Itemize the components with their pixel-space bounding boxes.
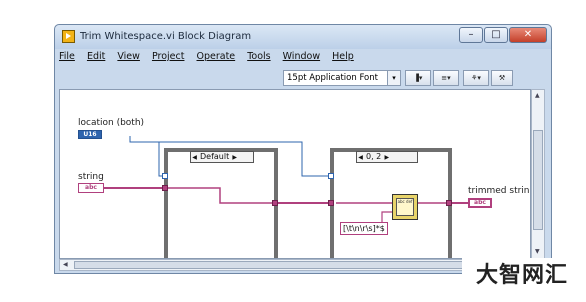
case-structure-2[interactable] xyxy=(330,148,452,258)
cleanup-diagram-button[interactable]: ⚒ xyxy=(491,70,513,86)
trimmed-string-indicator[interactable]: abc xyxy=(468,198,492,208)
block-diagram-canvas[interactable]: location (both) U16 string abc ◀ Default ▶… xyxy=(59,89,531,259)
distribute-objects-button[interactable]: ≡▾ xyxy=(433,70,459,86)
wires-layer xyxy=(104,136,468,229)
case2-selector-value: 0, 2 xyxy=(366,152,382,161)
font-select[interactable]: 15pt Application Font ▾ xyxy=(283,70,401,86)
case2-input-tunnel[interactable] xyxy=(328,200,334,206)
font-select-value: 15pt Application Font xyxy=(287,73,378,83)
reorder-button[interactable]: ⚘▾ xyxy=(463,70,489,86)
case1-output-tunnel[interactable] xyxy=(272,200,278,206)
location-terminal[interactable]: U16 xyxy=(78,130,102,139)
cleanup-icon: ⚒ xyxy=(498,74,506,82)
reorder-icon: ⚘▾ xyxy=(471,74,481,82)
case2-output-tunnel[interactable] xyxy=(446,200,452,206)
regex-constant[interactable]: [\t\n\r\s]*$ xyxy=(340,222,388,235)
match-pattern-function-icon[interactable]: abc def xyxy=(392,194,418,220)
menu-window[interactable]: Window xyxy=(283,51,320,62)
menu-help[interactable]: Help xyxy=(332,51,354,62)
string-terminal[interactable]: abc xyxy=(78,183,104,193)
case1-selector-value: Default xyxy=(200,152,230,161)
toolbar: 15pt Application Font ▾ ▐▾ ≡▾ ⚘▾ ⚒ xyxy=(59,67,548,89)
horizontal-scrollbar[interactable]: ◀ ▶ xyxy=(59,259,531,271)
decrement-icon: ◀ xyxy=(358,154,363,161)
minimize-button[interactable]: – xyxy=(459,27,483,43)
align-objects-button[interactable]: ▐▾ xyxy=(405,70,431,86)
window-title: Trim Whitespace.vi Block Diagram xyxy=(80,31,252,42)
watermark-logo: 大智网汇 xyxy=(462,258,582,294)
menu-edit[interactable]: Edit xyxy=(87,51,105,62)
menu-operate[interactable]: Operate xyxy=(197,51,236,62)
menu-view[interactable]: View xyxy=(117,51,140,62)
align-icon: ▐▾ xyxy=(413,74,423,82)
decrement-icon: ◀ xyxy=(192,154,197,161)
menu-project[interactable]: Project xyxy=(152,51,185,62)
maximize-button[interactable]: □ xyxy=(484,27,508,43)
location-label: location (both) xyxy=(78,118,145,128)
match-pattern-glyph: abc def xyxy=(396,198,414,216)
title-bar[interactable]: Trim Whitespace.vi Block Diagram – □ ✕ xyxy=(55,25,551,49)
increment-icon: ▶ xyxy=(384,154,390,161)
vertical-scroll-thumb[interactable] xyxy=(533,130,543,230)
location-wire-to-case1[interactable] xyxy=(129,136,164,177)
scroll-left-icon[interactable]: ◀ xyxy=(63,261,68,269)
menu-file[interactable]: File xyxy=(59,51,75,62)
case1-selector-tunnel[interactable] xyxy=(162,173,168,179)
menu-bar: File Edit View Project Operate Tools Win… xyxy=(59,51,363,65)
case1-selector[interactable]: ◀ Default ▶ xyxy=(190,151,254,163)
scroll-down-icon[interactable]: ▼ xyxy=(535,248,540,256)
chevron-down-icon: ▾ xyxy=(387,71,400,85)
output-label: trimmed string xyxy=(468,186,531,196)
close-button[interactable]: ✕ xyxy=(509,27,547,43)
menu-tools[interactable]: Tools xyxy=(247,51,270,62)
case2-selector[interactable]: ◀ 0, 2 ▶ xyxy=(356,151,418,163)
labview-app-icon xyxy=(62,30,75,43)
case2-selector-tunnel[interactable] xyxy=(328,173,334,179)
scroll-up-icon[interactable]: ▲ xyxy=(535,92,540,100)
increment-icon: ▶ xyxy=(232,154,238,161)
string-label: string xyxy=(78,172,104,182)
case1-input-tunnel[interactable] xyxy=(162,185,168,191)
distribute-icon: ≡▾ xyxy=(441,74,451,82)
case-structure-1[interactable] xyxy=(164,148,278,258)
block-diagram-window: Trim Whitespace.vi Block Diagram – □ ✕ F… xyxy=(54,24,552,274)
horizontal-scroll-thumb[interactable] xyxy=(74,261,514,269)
vertical-scrollbar[interactable]: ▲ ▼ xyxy=(531,89,545,259)
